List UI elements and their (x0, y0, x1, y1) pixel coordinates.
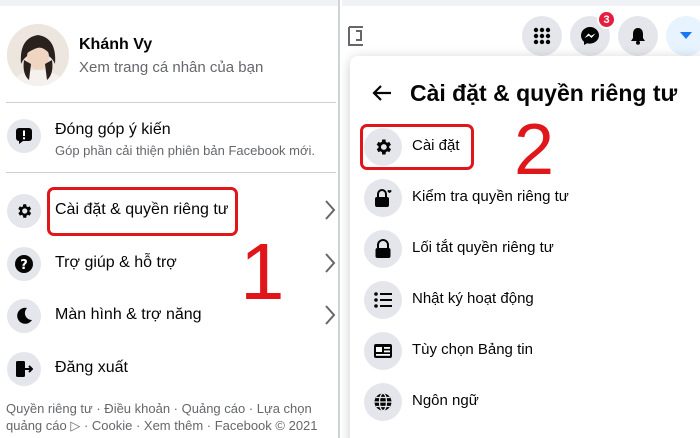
avatar (7, 24, 69, 86)
profile-subtitle: Xem trang cá nhân của bạn (79, 59, 264, 76)
news-feed-icon (364, 332, 402, 370)
menu-grid-button[interactable] (522, 16, 562, 56)
settings-panel-title: Cài đặt & quyền riêng tư (410, 80, 678, 106)
messenger-button[interactable]: 3 (570, 10, 616, 56)
display-accessibility-item[interactable]: Màn hình & trợ năng (0, 290, 338, 342)
step-number-2: 2 (514, 110, 555, 190)
list-icon (364, 281, 402, 319)
bell-icon (631, 28, 645, 45)
highlight-box-step-1 (47, 187, 238, 236)
globe-icon (364, 383, 402, 421)
top-bar-fragment (0, 0, 338, 6)
privacy-checkup-label: Kiểm tra quyền riêng tư (412, 188, 569, 205)
notification-badge: 3 (597, 10, 616, 29)
caret-down-icon (680, 32, 692, 39)
language-item[interactable]: Ngôn ngữ (364, 381, 684, 427)
chevron-right-icon (325, 253, 336, 273)
account-button[interactable] (666, 16, 700, 56)
activity-log-item[interactable]: Nhật ký hoạt động (364, 279, 684, 325)
profile-name: Khánh Vy (79, 36, 153, 53)
logout-label: Đăng xuất (55, 359, 128, 376)
grid-icon (533, 27, 551, 45)
help-icon: ? (7, 247, 41, 281)
settings-panel: 3 Cài đặt & quyền riêng tư Cài đặt Kiểm … (342, 0, 700, 438)
feedback-item[interactable]: Đóng góp ý kiến Góp phần cải thiện phiên… (0, 112, 338, 164)
back-arrow-icon[interactable] (372, 84, 392, 102)
svg-text:?: ? (20, 258, 28, 273)
top-bar-fragment (342, 0, 700, 6)
news-feed-preferences-label: Tùy chọn Bảng tin (412, 341, 533, 358)
moon-icon (7, 299, 41, 333)
messenger-icon (581, 27, 599, 45)
step-number-1: 1 (240, 227, 285, 316)
footer-links-line-1[interactable]: Quyền riêng tư · Điều khoản · Quảng cáo … (6, 401, 312, 416)
highlight-box-step-2 (360, 124, 474, 170)
feedback-icon (7, 119, 41, 153)
footer-links-line-2[interactable]: quảng cáo ▷ · Cookie · Xem thêm · Facebo… (6, 418, 318, 434)
gear-icon (7, 194, 41, 228)
lock-heart-icon (364, 179, 402, 217)
lock-icon (364, 230, 402, 268)
divider (6, 172, 336, 173)
activity-log-label: Nhật ký hoạt động (412, 290, 534, 307)
logout-icon (7, 352, 41, 386)
divider (6, 102, 336, 103)
chevron-right-icon (325, 200, 336, 220)
help-support-item[interactable]: ? Trợ giúp & hỗ trợ (0, 238, 338, 290)
news-feed-preferences-item[interactable]: Tùy chọn Bảng tin (364, 330, 684, 376)
facebook-logo-fragment-icon (348, 26, 363, 46)
display-accessibility-label: Màn hình & trợ năng (55, 306, 202, 323)
privacy-shortcuts-label: Lối tắt quyền riêng tư (412, 239, 554, 256)
notifications-button[interactable] (618, 16, 658, 56)
logout-item[interactable]: Đăng xuất (0, 343, 338, 395)
feedback-label: Đóng góp ý kiến (55, 121, 171, 138)
account-menu-panel: Khánh Vy Xem trang cá nhân của bạn Đóng … (0, 0, 340, 438)
help-support-label: Trợ giúp & hỗ trợ (55, 254, 177, 271)
language-label: Ngôn ngữ (412, 392, 479, 409)
profile-link[interactable]: Khánh Vy Xem trang cá nhân của bạn (0, 14, 338, 94)
feedback-subtitle: Góp phần cải thiện phiên bản Facebook mớ… (55, 143, 316, 158)
privacy-shortcuts-item[interactable]: Lối tắt quyền riêng tư (364, 228, 684, 274)
chevron-right-icon (325, 305, 336, 325)
